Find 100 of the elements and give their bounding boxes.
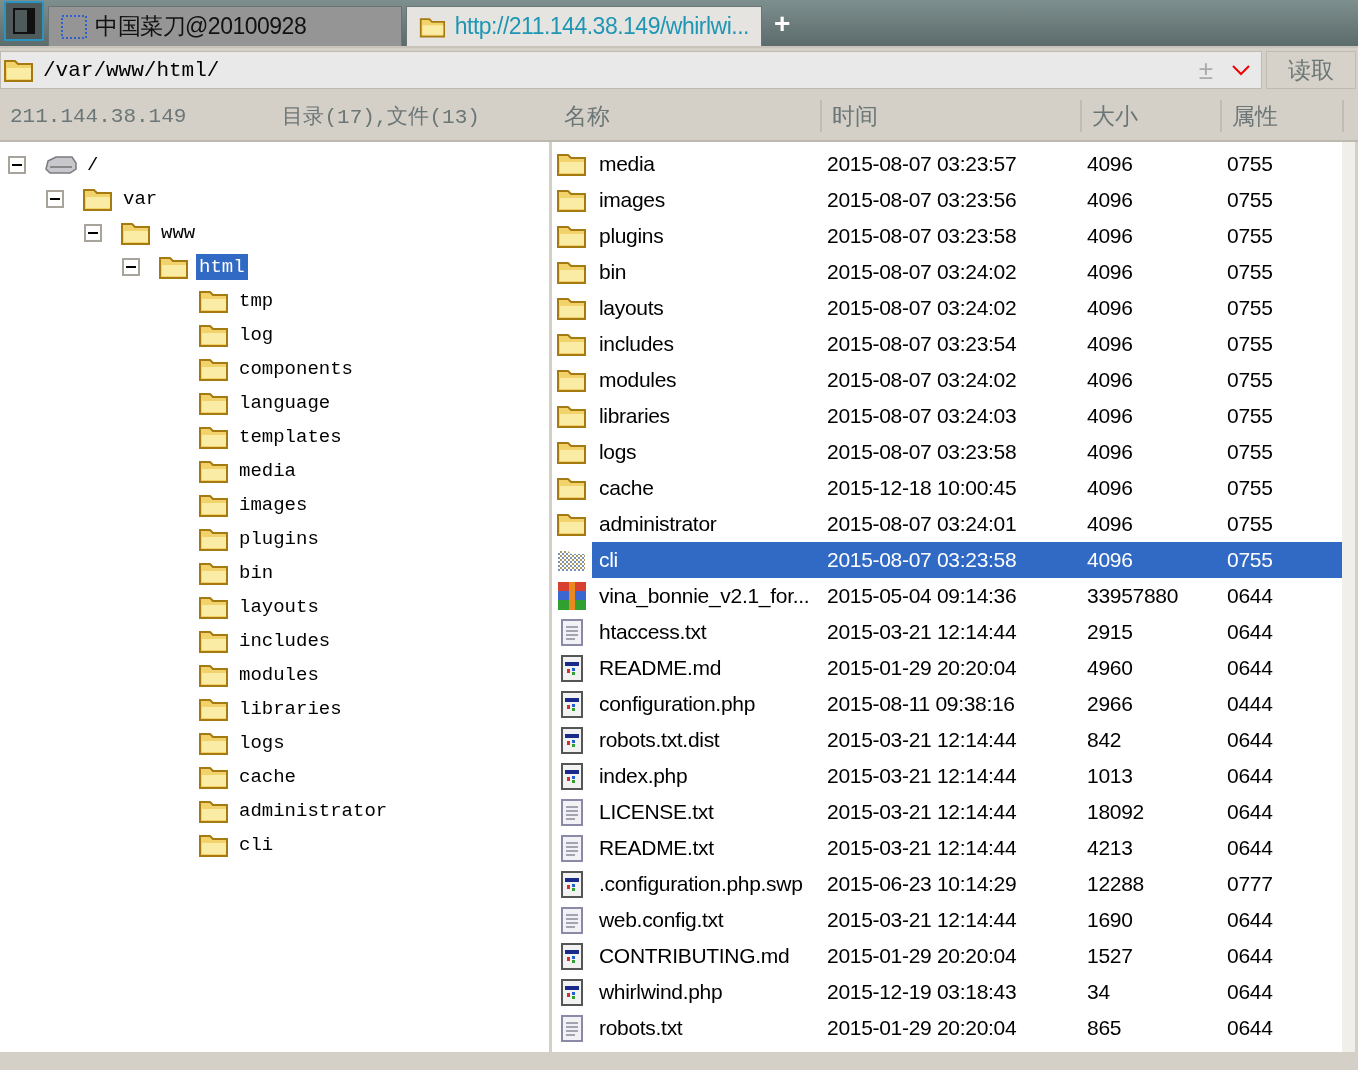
file-name[interactable]: CONTRIBUTING.md (592, 938, 820, 974)
folder-icon (198, 356, 230, 382)
file-size: 34 (1086, 979, 1111, 1005)
tree-item[interactable]: templates (236, 424, 345, 450)
collapse-toggle[interactable] (46, 190, 64, 208)
dropdown-icon[interactable] (1231, 64, 1251, 76)
file-time: 2015-05-04 09:14:36 (826, 583, 1018, 609)
file-time: 2015-08-07 03:23:57 (826, 151, 1018, 177)
file-name[interactable]: robots.txt.dist (592, 722, 820, 758)
file-name[interactable]: web.config.txt (592, 902, 820, 938)
tree-item[interactable]: / (84, 152, 102, 178)
tree-item[interactable]: modules (236, 662, 322, 688)
text-file-icon (559, 617, 585, 647)
folder-icon (556, 331, 588, 357)
file-size: 33957880 (1086, 583, 1180, 609)
tree-item[interactable]: log (236, 322, 277, 348)
program-file-icon (559, 977, 585, 1007)
file-name[interactable]: logs (592, 434, 820, 470)
panel-toggle-icon[interactable] (4, 1, 44, 41)
file-time: 2015-03-21 12:14:44 (826, 799, 1018, 825)
file-name[interactable]: administrator (592, 506, 820, 542)
tree-item[interactable]: cli (236, 832, 277, 858)
file-name[interactable]: libraries (592, 398, 820, 434)
file-time: 2015-01-29 20:20:04 (826, 943, 1018, 969)
file-name[interactable]: .configuration.php.swp (592, 866, 820, 902)
file-name[interactable]: robots.txt (592, 1010, 820, 1046)
collapse-toggle[interactable] (122, 258, 140, 276)
file-name[interactable]: includes (592, 326, 820, 362)
file-name[interactable]: media (592, 146, 820, 182)
folder-icon (556, 439, 588, 465)
file-time: 2015-08-07 03:23:58 (820, 542, 1080, 578)
folder-icon (82, 186, 114, 212)
tree-item[interactable]: plugins (236, 526, 322, 552)
file-name[interactable]: images (592, 182, 820, 218)
tree-item[interactable]: components (236, 356, 357, 382)
file-size: 842 (1086, 727, 1123, 753)
collapse-toggle[interactable] (84, 224, 102, 242)
file-mode: 0755 (1226, 475, 1274, 501)
file-size: 4096 (1086, 331, 1134, 357)
file-name[interactable]: vina_bonnie_v2.1_for... (592, 578, 820, 614)
drive-icon (44, 155, 78, 175)
file-size: 4096 (1086, 187, 1134, 213)
file-name[interactable]: README.md (592, 650, 820, 686)
file-time: 2015-03-21 12:14:44 (826, 907, 1018, 933)
folder-icon (198, 696, 230, 722)
file-size: 18092 (1086, 799, 1145, 825)
file-mode: 0755 (1220, 542, 1342, 578)
tree-item[interactable]: language (236, 390, 334, 416)
program-file-icon (559, 761, 585, 791)
tree-item[interactable]: tmp (236, 288, 277, 314)
tree-item[interactable]: www (158, 220, 199, 246)
file-size: 1013 (1086, 763, 1134, 789)
scrollbar[interactable] (1342, 142, 1355, 1052)
folder-icon (198, 526, 230, 552)
file-time: 2015-08-07 03:23:56 (826, 187, 1018, 213)
folder-icon (198, 730, 230, 756)
tree-item[interactable]: bin (236, 560, 277, 586)
file-time: 2015-03-21 12:14:44 (826, 763, 1018, 789)
file-mode: 0644 (1226, 763, 1274, 789)
collapse-toggle[interactable] (8, 156, 26, 174)
file-mode: 0644 (1226, 907, 1274, 933)
folder-icon (198, 560, 230, 586)
file-size: 2966 (1086, 691, 1134, 717)
folder-icon (556, 475, 588, 501)
tree-item[interactable]: var (120, 186, 161, 212)
file-mode: 0444 (1226, 691, 1274, 717)
tree-item[interactable]: images (236, 492, 311, 518)
file-size: 4096 (1086, 367, 1134, 393)
tree-item[interactable]: html (196, 254, 248, 280)
new-tab-button[interactable]: + (766, 8, 799, 46)
file-name[interactable]: LICENSE.txt (592, 794, 820, 830)
file-name[interactable]: layouts (592, 290, 820, 326)
file-name[interactable]: plugins (592, 218, 820, 254)
path-field[interactable]: /var/www/html/ ± (0, 51, 1262, 89)
tree-item[interactable]: cache (236, 764, 299, 790)
tree-item[interactable]: libraries (236, 696, 345, 722)
file-mode: 0755 (1226, 367, 1274, 393)
file-name[interactable]: configuration.php (592, 686, 820, 722)
file-name[interactable]: index.php (592, 758, 820, 794)
file-name[interactable]: cache (592, 470, 820, 506)
file-name[interactable]: modules (592, 362, 820, 398)
tree-item[interactable]: administrator (236, 798, 391, 824)
file-size: 1690 (1086, 907, 1134, 933)
file-time: 2015-03-21 12:14:44 (826, 727, 1018, 753)
file-name[interactable]: cli (592, 542, 820, 578)
tree-item[interactable]: media (236, 458, 299, 484)
file-name[interactable]: README.txt (592, 830, 820, 866)
file-mode: 0644 (1226, 619, 1274, 645)
file-name[interactable]: htaccess.txt (592, 614, 820, 650)
folder-icon (158, 254, 190, 280)
path-text: /var/www/html/ (43, 58, 221, 82)
tree-item[interactable]: includes (236, 628, 334, 654)
tree-item[interactable]: logs (236, 730, 288, 756)
tab[interactable]: 中国菜刀@20100928 (48, 6, 402, 46)
file-name[interactable]: bin (592, 254, 820, 290)
file-time: 2015-08-07 03:24:03 (826, 403, 1018, 429)
file-mode: 0755 (1226, 439, 1274, 465)
tree-item[interactable]: layouts (236, 594, 322, 620)
file-name[interactable]: whirlwind.php (592, 974, 820, 1010)
file-time: 2015-03-21 12:14:44 (826, 835, 1018, 861)
